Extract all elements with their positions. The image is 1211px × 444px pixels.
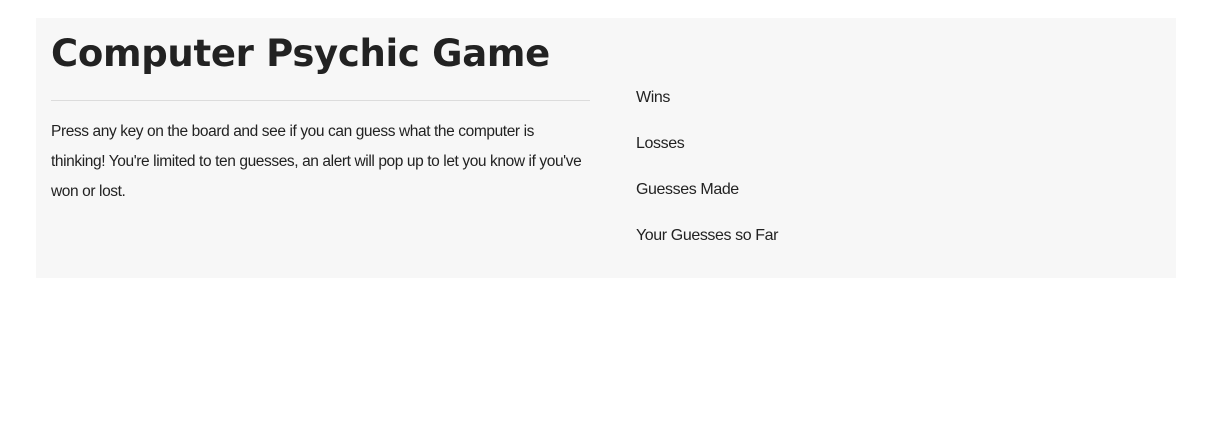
guesses-made-label: Guesses Made bbox=[636, 181, 739, 198]
page-title: Computer Psychic Game bbox=[51, 32, 550, 75]
game-instructions: Press any key on the board and see if yo… bbox=[51, 123, 582, 200]
losses-label: Losses bbox=[636, 135, 685, 152]
guesses-so-far-label: Your Guesses so Far bbox=[636, 227, 779, 244]
wins-label: Wins bbox=[636, 89, 670, 106]
game-panel: Computer Psychic Game Press any key on t… bbox=[36, 18, 1176, 278]
title-divider bbox=[51, 100, 590, 101]
